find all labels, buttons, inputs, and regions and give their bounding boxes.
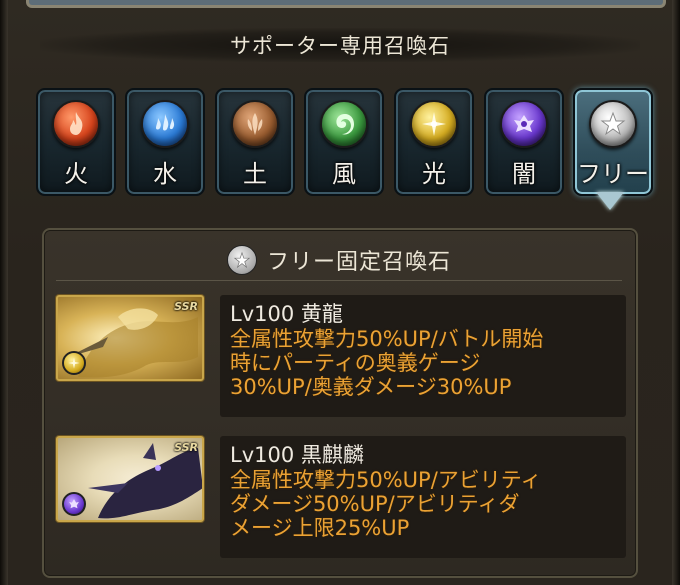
summon-row[interactable]: SSR Lv100 黒麒麟 全属性攻撃力50%UP/アビリティ ダメージ50%U… — [56, 436, 628, 558]
active-tab-pointer — [596, 192, 624, 210]
dark-icon — [62, 492, 86, 516]
tab-fire-label: 火 — [64, 160, 88, 188]
summon-row[interactable]: SSR Lv100 黄龍 全属性攻撃力50%UP/バトル開始 時にパーティの奥義… — [56, 295, 628, 417]
summon-info: Lv100 黄龍 全属性攻撃力50%UP/バトル開始 時にパーティの奥義ゲージ … — [220, 295, 626, 417]
summon-effect-line: ダメージ50%UP/アビリティダ — [230, 492, 520, 516]
panel-header: フリー固定召喚石 — [56, 240, 622, 280]
wind-icon — [320, 100, 368, 148]
rarity-badge: SSR — [174, 441, 198, 454]
earth-icon — [231, 100, 279, 148]
summon-effect-line: 全属性攻撃力50%UP/アビリティ — [230, 468, 542, 492]
fire-icon — [52, 100, 100, 148]
section-title: サポーター専用召喚石 — [230, 34, 450, 58]
tab-earth-label: 土 — [243, 160, 267, 188]
summon-effect-line: 時にパーティの奥義ゲージ — [230, 351, 481, 375]
dark-icon — [500, 100, 548, 148]
tab-free-label: フリー — [577, 160, 649, 188]
supporter-summon-screen: サポーター専用召喚石 火 水 土 風 光 闇 フリー フリー固定召喚石 SSR … — [0, 0, 680, 585]
frame-left — [0, 0, 8, 585]
summon-thumbnail[interactable]: SSR — [56, 295, 204, 381]
star-icon — [226, 245, 257, 275]
summon-info: Lv100 黒麒麟 全属性攻撃力50%UP/アビリティ ダメージ50%UP/アビ… — [220, 436, 626, 558]
summon-name: Lv100 黒麒麟 — [230, 443, 364, 467]
tab-water[interactable]: 水 — [125, 88, 205, 196]
summon-effect-line: 全属性攻撃力50%UP/バトル開始 — [230, 327, 544, 351]
summon-thumbnail[interactable]: SSR — [56, 436, 204, 522]
top-panel-edge — [26, 0, 666, 8]
panel-title: フリー固定召喚石 — [266, 250, 451, 275]
tab-water-label: 水 — [153, 160, 177, 188]
summon-effect-line: 30%UP/奥義ダメージ30%UP — [230, 375, 512, 399]
tab-light-label: 光 — [422, 160, 446, 188]
tab-earth[interactable]: 土 — [215, 88, 295, 196]
tab-light[interactable]: 光 — [394, 88, 474, 196]
light-icon — [62, 351, 86, 375]
star-icon — [589, 100, 637, 148]
light-icon — [410, 100, 458, 148]
tab-fire[interactable]: 火 — [36, 88, 116, 196]
summon-effect-line: メージ上限25%UP — [230, 516, 410, 540]
panel-divider — [56, 280, 622, 281]
tab-wind[interactable]: 風 — [304, 88, 384, 196]
frame-right — [672, 0, 680, 585]
tab-dark-label: 闇 — [512, 160, 536, 188]
tab-dark[interactable]: 闇 — [484, 88, 564, 196]
rarity-badge: SSR — [174, 300, 198, 313]
water-icon — [141, 100, 189, 148]
tab-free[interactable]: フリー — [573, 88, 653, 196]
tab-wind-label: 風 — [332, 160, 356, 188]
summon-name: Lv100 黄龍 — [230, 302, 343, 326]
